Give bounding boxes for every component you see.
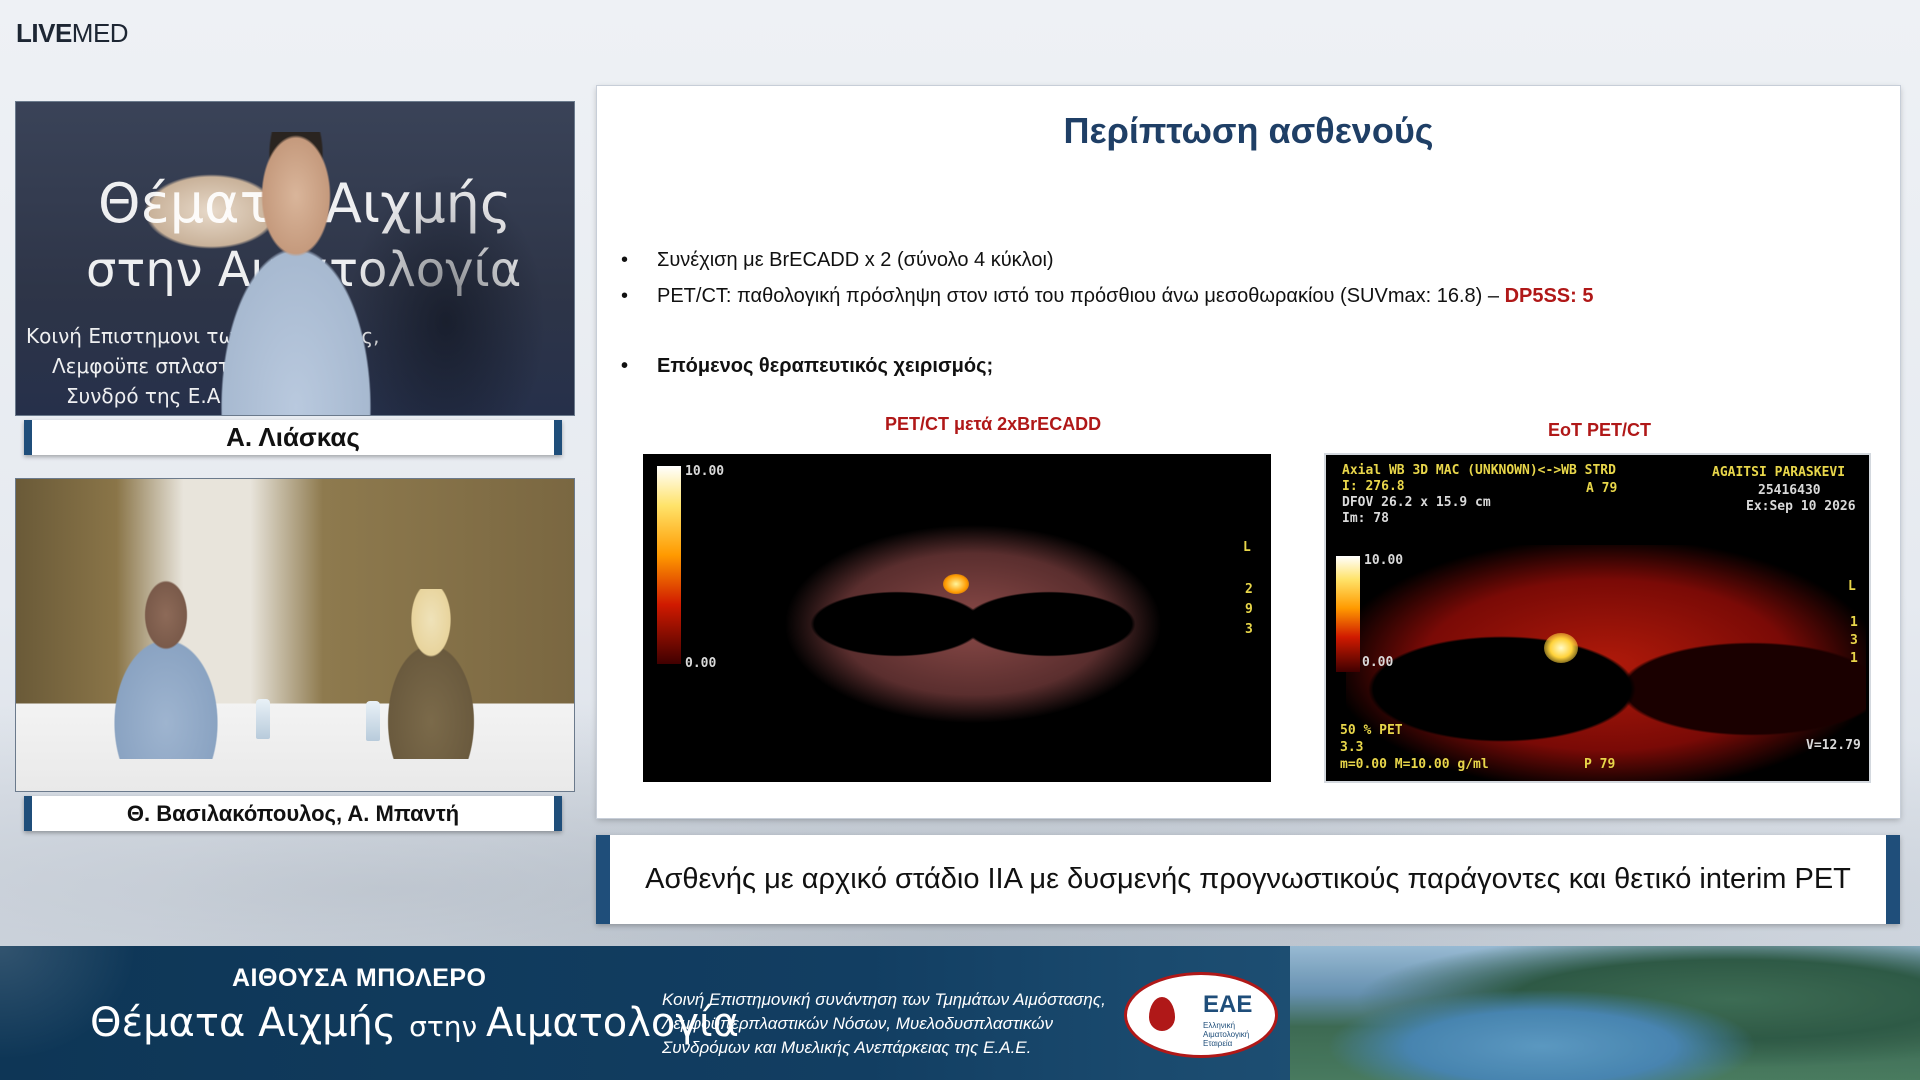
slice-digit: 3 — [1245, 622, 1253, 637]
eae-logo-subtitle: Ελληνική Αιματολογική Εταιρεία — [1203, 1021, 1273, 1048]
slide-title: Περίπτωση ασθενούς — [1063, 110, 1434, 151]
panel-video-feed — [15, 478, 575, 792]
speaker-name: Α. Λιάσκας — [226, 422, 360, 452]
scan-footer: m=0.00 M=10.00 g/ml — [1340, 757, 1489, 772]
slice-digit: 1 — [1850, 615, 1858, 630]
event-description-line: Λεμφοϋπερπλαστικών Νόσων, Μυελοδυσπλαστι… — [662, 1014, 1053, 1033]
slide-caption-text: Ασθενής με αρχικό στάδιο ΙΙΑ με δυσμενής… — [645, 863, 1851, 895]
color-scale-bar — [1336, 556, 1360, 672]
scale-min-label: 0.00 — [685, 656, 717, 671]
uptake-hotspot — [1544, 633, 1578, 663]
panel-names-bar: Θ. Βασιλακόπουλος, Α. Μπαντή — [24, 796, 562, 831]
scan-footer: 50 % PET — [1340, 723, 1403, 738]
panelist-figure — [76, 579, 256, 759]
speaker-name-bar: Α. Λιάσκας — [24, 420, 562, 455]
event-description-line: Κοινή Επιστημονική συνάντηση των Τμημάτω… — [662, 990, 1106, 1009]
scan-footer: V=12.79 — [1806, 738, 1861, 753]
water-bottle — [256, 699, 270, 739]
event-title-part: Θέματα Αιχμής — [90, 1000, 410, 1046]
color-scale-bar — [657, 466, 681, 664]
slice-digit: 1 — [1850, 651, 1858, 666]
bullet-marker: • — [621, 355, 629, 377]
scan-header: A 79 — [1586, 481, 1618, 496]
speaker-video-feed: Θέματα Αιχμής στην Αιματολογία Κοινή Επι… — [15, 101, 575, 416]
scan-header: DFOV 26.2 x 15.9 cm — [1342, 495, 1491, 510]
scan-footer: P 79 — [1584, 757, 1616, 772]
banner-landscape-image — [1290, 946, 1920, 1080]
slide-bullet: • Συνέχιση με BrECADD x 2 (σύνολο 4 κύκλο… — [621, 249, 1054, 272]
speaker-figure — [166, 132, 426, 415]
panel-names: Θ. Βασιλακόπουλος, Α. Μπαντή — [126, 800, 460, 826]
hall-name: ΑΙΘΟΥΣΑ ΜΠΟΛΕΡΟ — [232, 964, 487, 992]
event-description-line: Συνδρόμων και Μυελικής Ανεπάρκειας της Ε… — [662, 1038, 1032, 1057]
slide-bullet: • PET/CT: παθολογική πρόσληψη στον ιστό τ… — [621, 285, 1594, 308]
image-caption: PET/CT μετά 2xBrECADD — [885, 414, 1102, 434]
bullet-text: Επόμενος θεραπευτικός χειρισμός; — [657, 355, 994, 377]
event-banner: ΑΙΘΟΥΣΑ ΜΠΟΛΕΡΟ Θέματα Αιχμής στην Αιματ… — [0, 946, 1920, 1080]
slice-digit: 2 — [1245, 582, 1253, 597]
slice-digit: 9 — [1245, 602, 1253, 617]
orientation-letter: L — [1243, 540, 1251, 555]
uptake-hotspot — [943, 574, 969, 594]
presentation-slide: Περίπτωση ασθενούς • Συνέχιση με BrECADD … — [597, 86, 1900, 818]
scale-max-label: 10.00 — [685, 464, 725, 479]
scan-header: Im: 78 — [1342, 511, 1389, 526]
thorax-scan — [783, 524, 1163, 724]
eae-logo-subtitle-line: Ελληνική — [1203, 1021, 1236, 1030]
image-caption: EoT PET/CT — [1548, 420, 1651, 440]
bullet-marker: • — [621, 249, 629, 271]
bullet-text: PET/CT: παθολογική πρόσληψη στον ιστό το… — [657, 285, 1505, 307]
eae-logo: ΕΑΕ Ελληνική Αιματολογική Εταιρεία — [1124, 972, 1278, 1058]
eae-logo-subtitle-line: Εταιρεία — [1203, 1039, 1233, 1048]
patient-id: 25416430 — [1758, 483, 1821, 498]
thorax-scan — [1346, 545, 1866, 781]
livemed-logo: LIVEMED — [16, 18, 129, 48]
event-title-part: στην — [409, 1010, 486, 1043]
water-bottle — [366, 701, 380, 741]
scale-max-label: 10.00 — [1364, 553, 1404, 568]
slide-bullet: • Επόμενος θεραπευτικός χειρισμός; — [621, 355, 993, 378]
slice-digit: 3 — [1850, 633, 1858, 648]
event-title: Θέματα Αιχμής στην Αιματολογία — [90, 1000, 739, 1046]
pet-ct-image: Axial WB 3D MAC (UNKNOWN)<->WB STRD I: 2… — [1324, 453, 1871, 783]
eae-logo-subtitle-line: Αιματολογική — [1203, 1030, 1250, 1039]
scan-header: I: 276.8 — [1342, 479, 1405, 494]
slide-caption-box: Ασθενής με αρχικό στάδιο ΙΙΑ με δυσμενής… — [596, 835, 1900, 924]
event-description: Κοινή Επιστημονική συνάντηση των Τμημάτω… — [662, 988, 1106, 1060]
patient-name: AGAITSI PARASKEVI — [1712, 465, 1846, 480]
pet-ct-image: 10.00 0.00 L 2 9 3 — [643, 454, 1271, 782]
exam-date: Ex:Sep 10 2026 — [1746, 499, 1856, 514]
scan-footer: 3.3 — [1340, 740, 1364, 755]
bullet-highlight: DP5SS: 5 — [1504, 285, 1594, 307]
bullet-marker: • — [621, 285, 629, 307]
blood-drop-icon — [1149, 997, 1175, 1031]
orientation-letter: L — [1848, 579, 1856, 594]
bullet-text: Συνέχιση με BrECADD x 2 (σύνολο 4 κύκλοι… — [657, 249, 1054, 271]
scan-header: Axial WB 3D MAC (UNKNOWN)<->WB STRD — [1342, 463, 1616, 478]
scale-min-label: 0.00 — [1362, 655, 1394, 670]
eae-logo-letters: ΕΑΕ — [1203, 991, 1253, 1018]
